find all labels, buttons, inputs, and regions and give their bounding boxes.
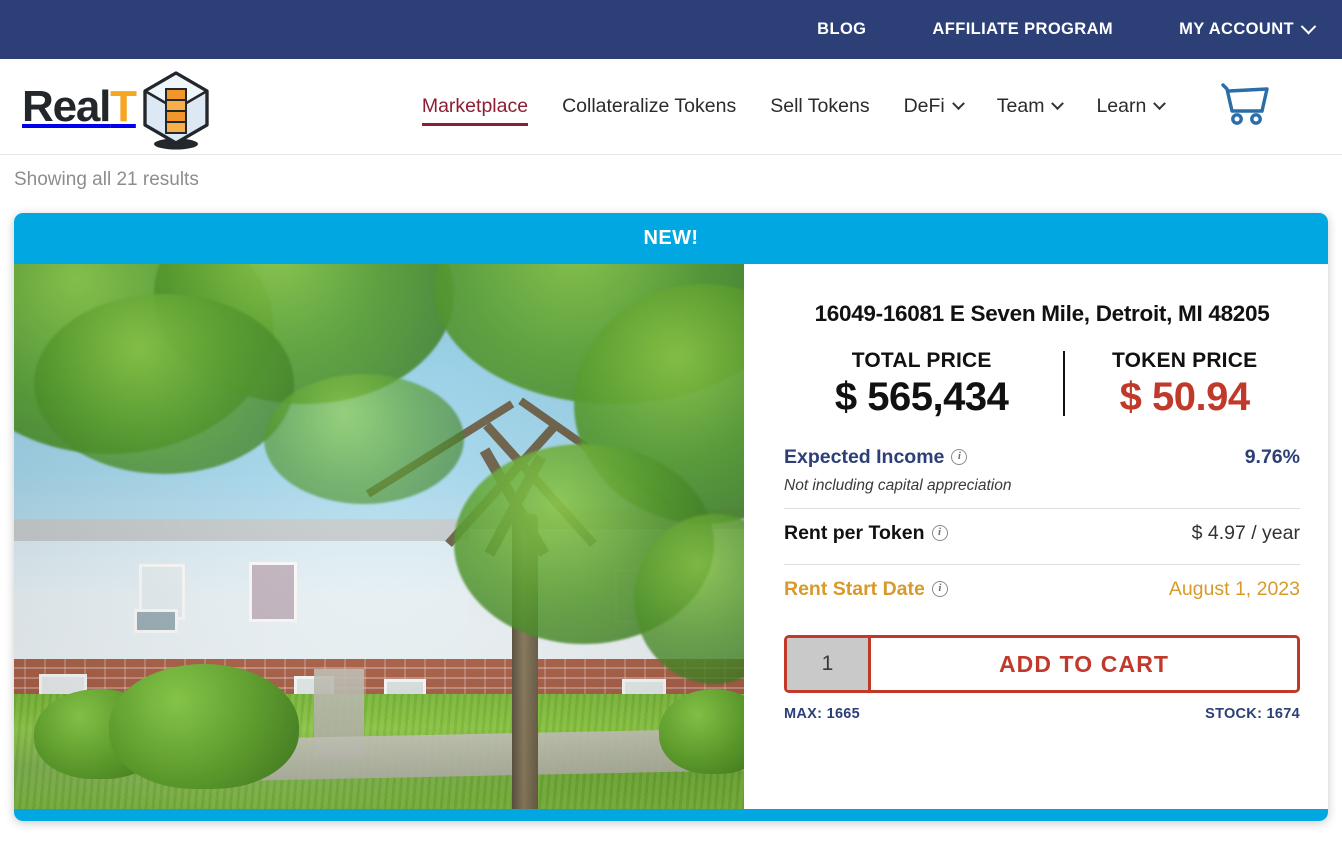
nav-item-learn[interactable]: Learn — [1079, 85, 1181, 129]
card-footer-bar — [14, 809, 1328, 821]
total-price-value: $ 565,434 — [834, 375, 1009, 419]
top-utility-bar: BLOG AFFILIATE PROGRAM MY ACCOUNT — [0, 0, 1342, 59]
brand-name-t: T — [110, 81, 137, 131]
nav-item-learn-label: Learn — [1096, 95, 1147, 117]
photo-ac-unit — [134, 609, 178, 633]
metric-divider — [784, 564, 1300, 565]
metric-expected-income-note: Not including capital appreciation — [784, 477, 1012, 494]
nav-item-sell-tokens[interactable]: Sell Tokens — [753, 85, 886, 129]
metric-expected-income-label: Expected Income — [784, 446, 945, 468]
nav-item-marketplace-label: Marketplace — [421, 95, 529, 117]
brand-name-real: Real — [22, 81, 111, 131]
property-card-body: 16049-16081 E Seven Mile, Detroit, MI 48… — [14, 264, 1328, 809]
new-badge: NEW! — [14, 213, 1328, 264]
primary-nav-links: Marketplace Collateralize Tokens Sell To… — [405, 80, 1271, 133]
metric-rent-start-date-label: Rent Start Date — [784, 578, 925, 600]
info-icon[interactable]: i — [931, 524, 948, 541]
topbar-link-affiliate-program[interactable]: AFFILIATE PROGRAM — [932, 20, 1113, 39]
metric-rent-start-date: Rent Start Date i August 1, 2023 — [784, 578, 1300, 607]
metric-rent-per-token: Rent per Token i $ 4.97 / year — [784, 522, 1300, 551]
photo-tree-canopy — [264, 374, 464, 504]
max-purchase-label: MAX: 1665 — [784, 706, 861, 722]
info-icon[interactable]: i — [951, 448, 968, 465]
purchase-controls: ADD TO CART — [784, 635, 1300, 693]
chevron-down-icon — [1153, 97, 1167, 111]
metric-rent-per-token-label-group: Rent per Token i — [784, 522, 948, 545]
metric-rent-per-token-value: $ 4.97 / year — [1191, 522, 1300, 544]
metric-expected-income: Expected Income i 9.76% Not including ca… — [784, 446, 1300, 495]
stock-info: MAX: 1665 STOCK: 1674 — [784, 706, 1300, 722]
metric-divider — [784, 508, 1300, 509]
topbar-link-blog[interactable]: BLOG — [817, 20, 866, 39]
shopping-cart-icon — [1217, 80, 1271, 133]
chevron-down-icon — [1051, 97, 1065, 111]
metric-expected-income-value: 9.76% — [1244, 446, 1300, 468]
topbar-link-affiliate-program-label: AFFILIATE PROGRAM — [932, 20, 1114, 38]
total-price-label: TOTAL PRICE — [851, 349, 992, 372]
topbar-link-blog-label: BLOG — [817, 20, 867, 38]
topbar-link-my-account-label: MY ACCOUNT — [1179, 20, 1294, 38]
price-summary: TOTAL PRICE $ 565,434 TOKEN PRICE $ 50.9… — [784, 349, 1300, 420]
photo-window — [249, 562, 297, 622]
nav-item-collateralize-tokens-label: Collateralize Tokens — [562, 95, 737, 117]
nav-item-defi[interactable]: DeFi — [887, 85, 980, 129]
price-divider — [1063, 351, 1066, 416]
shopping-cart-button[interactable] — [1217, 80, 1271, 133]
add-to-cart-button[interactable]: ADD TO CART — [871, 638, 1297, 690]
photo-shrub — [109, 664, 299, 789]
topbar-link-my-account[interactable]: MY ACCOUNT — [1179, 18, 1317, 39]
results-count: Showing all 21 results — [0, 155, 1342, 201]
chevron-down-icon — [1300, 18, 1317, 35]
token-price-block: TOKEN PRICE $ 50.94 — [1069, 349, 1300, 420]
main-navigation-bar: Real T Marketplace Collateralize Tokens … — [0, 59, 1342, 155]
chevron-down-icon — [951, 97, 965, 111]
total-price-block: TOTAL PRICE $ 565,434 — [784, 349, 1059, 420]
nav-item-sell-tokens-label: Sell Tokens — [770, 95, 870, 117]
metric-expected-income-label-group: Expected Income i — [784, 446, 968, 469]
realt-cube-logo-icon — [137, 67, 215, 151]
stock-available-label: STOCK: 1674 — [1205, 706, 1300, 722]
metric-rent-start-date-label-group: Rent Start Date i — [784, 578, 948, 601]
property-details: 16049-16081 E Seven Mile, Detroit, MI 48… — [744, 264, 1328, 809]
nav-item-team[interactable]: Team — [980, 85, 1080, 129]
property-card[interactable]: NEW! 16049-16081 E Seven Mile, Detroit, … — [14, 213, 1328, 821]
nav-item-collateralize-tokens[interactable]: Collateralize Tokens — [545, 85, 753, 129]
token-price-label: TOKEN PRICE — [1111, 349, 1258, 372]
property-metrics: Expected Income i 9.76% Not including ca… — [784, 446, 1300, 607]
metric-rent-per-token-label: Rent per Token — [784, 522, 925, 544]
product-list: NEW! 16049-16081 E Seven Mile, Detroit, … — [0, 201, 1342, 821]
property-photo[interactable] — [14, 264, 744, 809]
nav-item-team-label: Team — [996, 95, 1045, 117]
info-icon[interactable]: i — [931, 580, 948, 597]
property-address: 16049-16081 E Seven Mile, Detroit, MI 48… — [814, 301, 1270, 326]
nav-item-marketplace[interactable]: Marketplace — [405, 85, 545, 129]
metric-rent-start-date-value: August 1, 2023 — [1168, 578, 1300, 600]
nav-item-defi-label: DeFi — [903, 95, 945, 117]
brand-logo[interactable]: Real T — [22, 70, 215, 149]
photo-tree-canopy — [34, 294, 294, 474]
quantity-input[interactable] — [787, 638, 871, 690]
token-price-value: $ 50.94 — [1119, 375, 1250, 419]
